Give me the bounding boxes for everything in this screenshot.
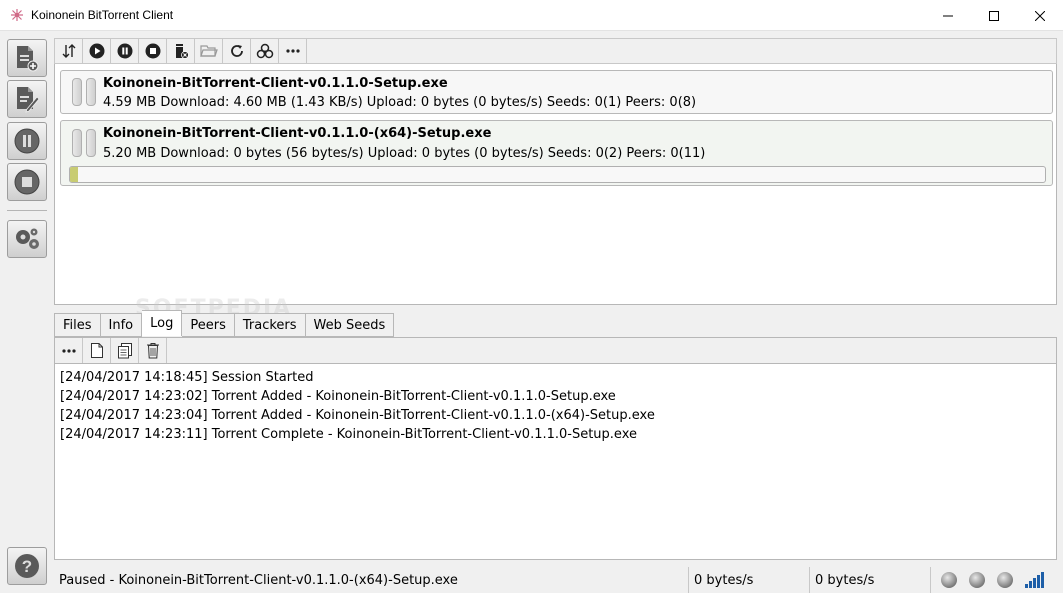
remove-icon [175, 44, 189, 59]
biohazard-button[interactable] [251, 39, 279, 63]
torrent-list[interactable]: Koinonein-BitTorrent-Client-v0.1.1.0-Set… [54, 64, 1057, 305]
add-torrent-button[interactable] [7, 39, 47, 77]
tab-web-seeds[interactable]: Web Seeds [305, 313, 395, 337]
pause-icon [117, 43, 132, 59]
more-icon [61, 348, 76, 353]
create-torrent-icon [17, 87, 40, 113]
minimize-button[interactable] [925, 0, 971, 31]
create-torrent-button[interactable] [7, 80, 47, 118]
torrent-name: Koinonein-BitTorrent-Client-v0.1.1.0-(x6… [103, 126, 492, 141]
open-folder-button[interactable] [195, 39, 223, 63]
status-text: Paused - Koinonein-BitTorrent-Client-v0.… [59, 572, 458, 588]
settings-button[interactable] [7, 220, 47, 258]
maximize-button[interactable] [971, 0, 1017, 31]
recheck-icon [230, 45, 243, 57]
log-line: [24/04/2017 14:23:04] Torrent Added - Ko… [60, 408, 655, 423]
upload-rate: 0 bytes/s [809, 567, 930, 593]
copy-icon [117, 343, 132, 359]
log-more-button[interactable] [55, 338, 83, 363]
new-page-icon [90, 343, 103, 358]
tab-trackers[interactable]: Trackers [234, 313, 306, 337]
torrent-stats: 4.59 MB Download: 4.60 MB (1.43 KB/s) Up… [103, 95, 697, 110]
sort-icon [62, 44, 75, 58]
torrent-paused-icon [72, 78, 98, 106]
close-icon [1035, 10, 1045, 21]
torrent-name: Koinonein-BitTorrent-Client-v0.1.1.0-Set… [103, 76, 448, 91]
signal-strength-icon [1025, 572, 1044, 588]
tab-files[interactable]: Files [54, 313, 101, 337]
left-sidebar: ? [0, 31, 53, 593]
log-copy-button[interactable] [111, 338, 139, 363]
sort-button[interactable] [55, 39, 83, 63]
status-indicator-icon [997, 572, 1013, 588]
title-bar: Koinonein BitTorrent Client [0, 0, 1063, 31]
torrent-progress-bar [69, 166, 1046, 183]
stop-all-icon [14, 169, 40, 195]
log-line: [24/04/2017 14:23:02] Torrent Added - Ko… [60, 389, 616, 404]
tab-log[interactable]: Log [142, 310, 183, 336]
download-rate: 0 bytes/s [688, 567, 809, 593]
help-button[interactable]: ? [7, 547, 47, 585]
tab-info[interactable]: Info [100, 313, 143, 337]
more-button[interactable] [279, 39, 307, 63]
status-bar: Paused - Koinonein-BitTorrent-Client-v0.… [54, 567, 1063, 593]
sidebar-divider [7, 210, 47, 211]
stop-icon [145, 43, 160, 59]
minimize-icon [943, 15, 953, 16]
status-indicator-icon [969, 572, 985, 588]
remove-button[interactable] [167, 39, 195, 63]
log-line: [24/04/2017 14:23:11] Torrent Complete -… [60, 427, 637, 442]
pause-all-button[interactable] [7, 122, 47, 160]
log-new-button[interactable] [83, 338, 111, 363]
start-button[interactable] [83, 39, 111, 63]
detail-tabs: Files Info Log Peers Trackers Web Seeds [54, 310, 395, 337]
status-indicators [930, 567, 1063, 593]
torrent-stats: 5.20 MB Download: 0 bytes (56 bytes/s) U… [103, 146, 706, 161]
window-title: Koinonein BitTorrent Client [31, 8, 174, 22]
main-toolbar [54, 38, 1057, 64]
more-icon [285, 49, 300, 53]
start-icon [89, 43, 104, 59]
log-line: [24/04/2017 14:18:45] Session Started [60, 370, 314, 385]
open-folder-icon [199, 45, 218, 57]
help-icon: ? [15, 554, 39, 578]
svg-text:?: ? [22, 557, 32, 576]
recheck-button[interactable] [223, 39, 251, 63]
progress-fill [70, 167, 78, 182]
settings-gears-icon [16, 228, 39, 249]
torrent-paused-icon [72, 129, 98, 157]
biohazard-icon [256, 43, 273, 59]
stop-button[interactable] [139, 39, 167, 63]
tab-peers[interactable]: Peers [182, 313, 235, 337]
maximize-icon [989, 10, 999, 21]
torrent-item[interactable]: Koinonein-BitTorrent-Client-v0.1.1.0-Set… [60, 70, 1053, 114]
log-toolbar [54, 337, 1057, 364]
torrent-item[interactable]: Koinonein-BitTorrent-Client-v0.1.1.0-(x6… [60, 120, 1053, 186]
stop-all-button[interactable] [7, 163, 47, 201]
log-area[interactable]: [24/04/2017 14:18:45] Session Started [2… [54, 364, 1057, 560]
add-torrent-file-icon [17, 46, 39, 72]
clear-trash-icon [146, 343, 159, 359]
pause-button[interactable] [111, 39, 139, 63]
pause-all-icon [14, 128, 40, 154]
log-clear-button[interactable] [139, 338, 167, 363]
status-indicator-icon [941, 572, 957, 588]
app-logo-icon [9, 7, 25, 23]
close-button[interactable] [1017, 0, 1063, 31]
